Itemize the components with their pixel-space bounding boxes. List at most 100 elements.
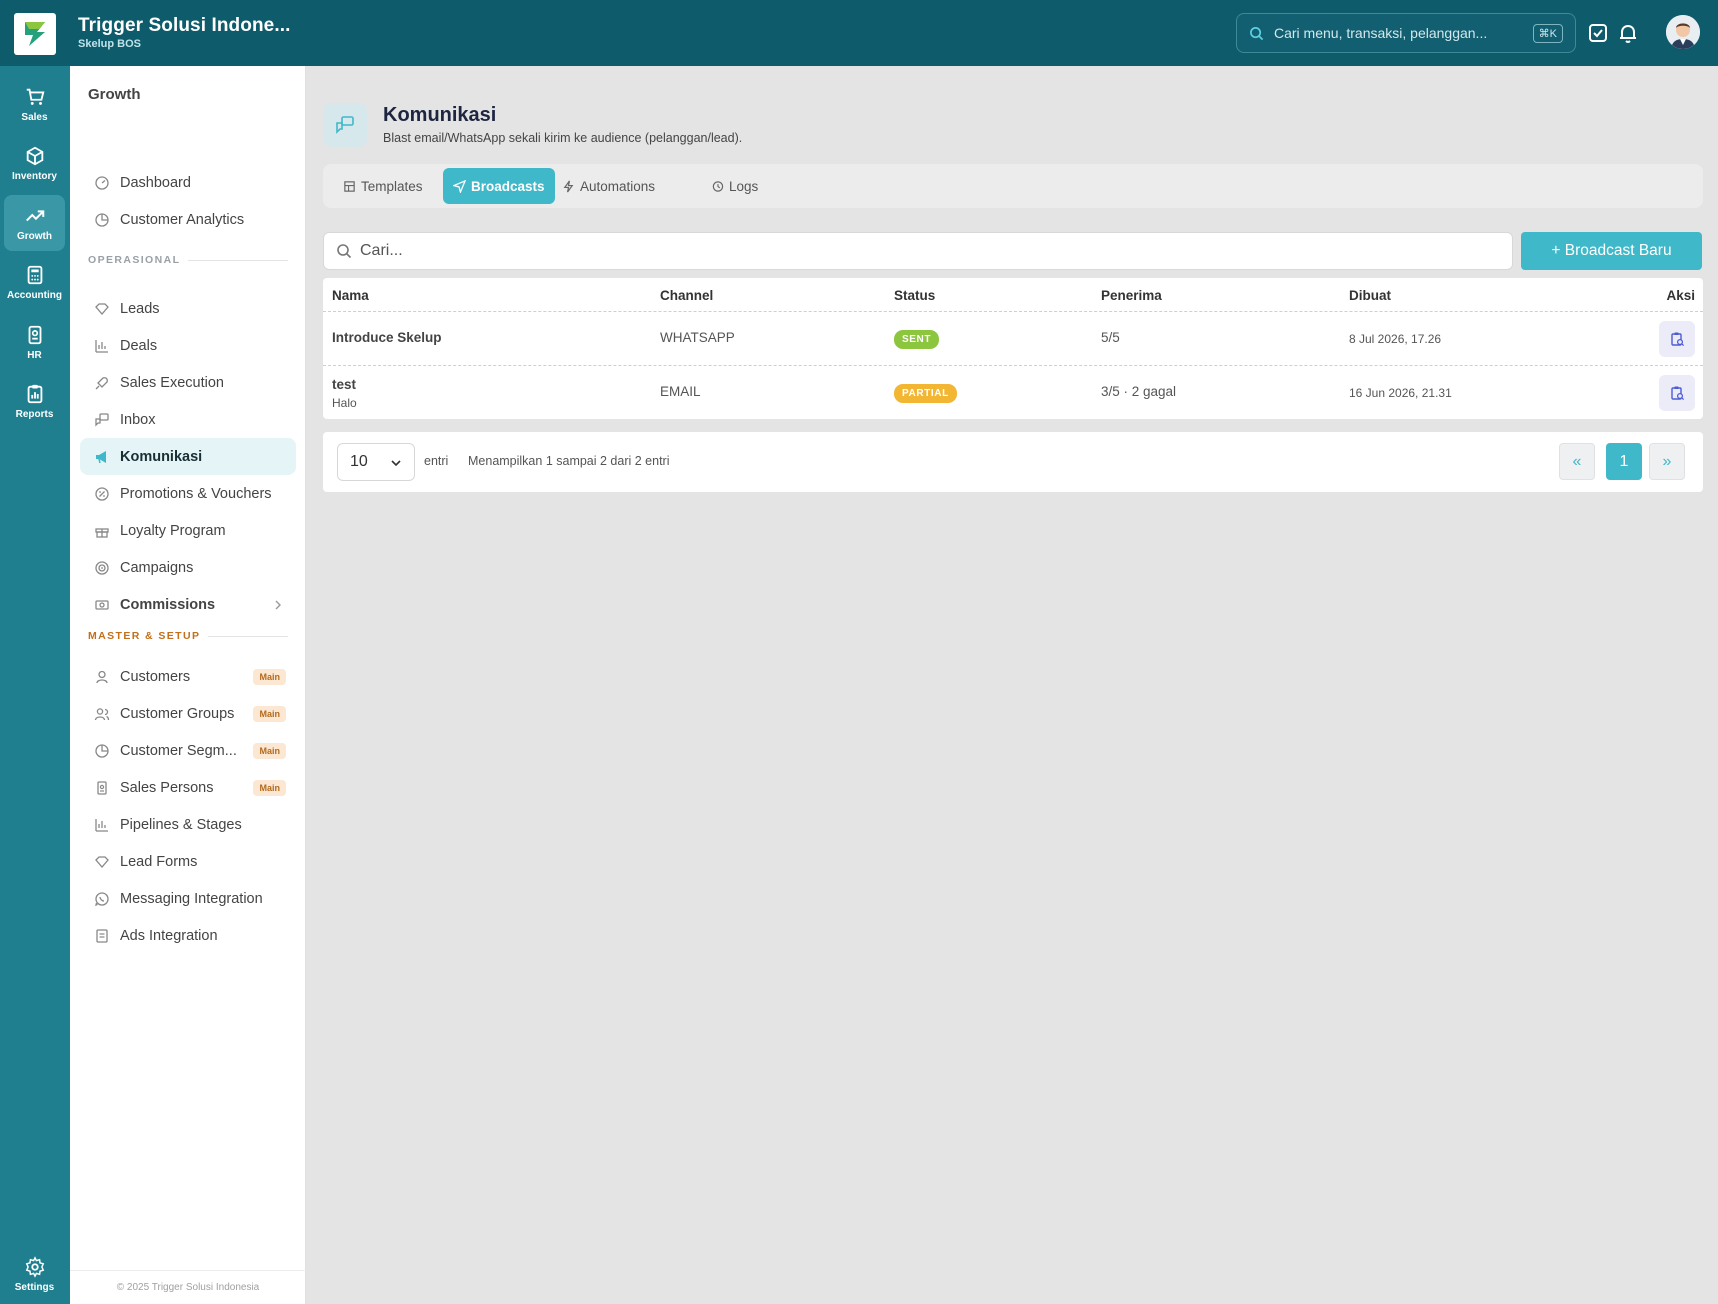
rail-label: Inventory xyxy=(11,170,57,182)
view-detail-button[interactable] xyxy=(1659,375,1695,411)
column-header-nama[interactable]: Nama xyxy=(332,288,369,303)
row-channel: EMAIL xyxy=(660,384,701,399)
clipboard-search-icon xyxy=(1671,332,1685,347)
sidebar-item-deals[interactable]: Deals xyxy=(80,327,296,364)
column-header-channel[interactable]: Channel xyxy=(660,288,713,303)
pie-chart-icon xyxy=(95,743,109,758)
sidebar-item-customer-segments[interactable]: Customer Segm... Main xyxy=(80,732,296,769)
sidebar-item-loyalty[interactable]: Loyalty Program xyxy=(80,512,296,549)
broadcast-search-input[interactable]: Cari... xyxy=(323,232,1513,270)
chevron-down-icon xyxy=(391,460,401,467)
sidebar-item-customer-analytics[interactable]: Customer Analytics xyxy=(80,201,296,238)
page-size-select[interactable]: 10 xyxy=(337,443,415,481)
rail-item-sales[interactable]: Sales xyxy=(4,76,65,132)
sidebar-item-sales-execution[interactable]: Sales Execution xyxy=(80,364,296,401)
sidebar-item-leads[interactable]: Leads xyxy=(80,290,296,327)
pagination-bar: 10 entri Menampilkan 1 sampai 2 dari 2 e… xyxy=(323,432,1703,492)
diamond-icon xyxy=(95,855,109,868)
page-button-1[interactable]: 1 xyxy=(1606,443,1642,480)
sidebar-item-label: Loyalty Program xyxy=(120,522,226,539)
rail-item-reports[interactable]: Reports xyxy=(4,373,65,429)
sidebar-item-promotions[interactable]: Promotions & Vouchers xyxy=(80,475,296,512)
sidebar-item-messaging-integration[interactable]: Messaging Integration xyxy=(80,880,296,917)
rail-label: Settings xyxy=(14,1281,55,1293)
id-badge-icon xyxy=(97,780,107,795)
sidebar-item-label: Pipelines & Stages xyxy=(120,816,242,833)
sidebar-item-ads-integration[interactable]: Ads Integration xyxy=(80,917,296,954)
cart-icon xyxy=(26,88,44,105)
previous-page-button[interactable]: « xyxy=(1559,443,1595,480)
user-avatar[interactable] xyxy=(1666,15,1700,49)
module-rail: Sales Inventory Growth Accounting HR Rep… xyxy=(0,66,70,1304)
diamond-icon xyxy=(95,302,109,315)
column-header-aksi: Aksi xyxy=(1666,288,1695,303)
next-page-button[interactable]: » xyxy=(1649,443,1685,480)
document-ad-icon xyxy=(96,928,108,943)
brand[interactable]: Trigger Solusi Indone... Skelup BOS xyxy=(78,15,290,50)
sidebar-item-sales-persons[interactable]: Sales Persons Main xyxy=(80,769,296,806)
sidebar-item-pipelines[interactable]: Pipelines & Stages xyxy=(80,806,296,843)
search-icon xyxy=(337,244,352,259)
chat-icon xyxy=(95,412,109,427)
send-icon xyxy=(453,179,466,193)
view-detail-button[interactable] xyxy=(1659,321,1695,357)
sidebar-footer: © 2025 Trigger Solusi Indonesia xyxy=(70,1270,306,1304)
table-row[interactable]: Introduce Skelup WHATSAPP SENT 5/5 8 Jul… xyxy=(323,311,1703,365)
rail-item-settings[interactable]: Settings xyxy=(4,1246,65,1302)
section-master-setup: MASTER & SETUP xyxy=(88,630,288,642)
section-label: OPERASIONAL xyxy=(88,254,181,266)
sidebar-item-inbox[interactable]: Inbox xyxy=(80,401,296,438)
sidebar-item-label: Customers xyxy=(120,668,191,685)
company-logo[interactable] xyxy=(14,13,56,55)
company-subtitle: Skelup BOS xyxy=(78,38,141,50)
avatar-icon xyxy=(1666,15,1700,49)
page-icon xyxy=(323,103,367,147)
rail-item-accounting[interactable]: Accounting xyxy=(4,254,65,310)
global-search-placeholder: Cari menu, transaksi, pelanggan... xyxy=(1274,25,1488,41)
tab-label: Templates xyxy=(361,178,423,194)
trend-up-icon xyxy=(25,209,44,221)
column-header-penerima[interactable]: Penerima xyxy=(1101,288,1162,303)
bar-chart-icon xyxy=(95,339,108,353)
bar-chart-icon xyxy=(95,818,108,832)
table-row[interactable]: test Halo EMAIL PARTIAL 3/5 · 2 gagal 16… xyxy=(323,365,1703,419)
user-icon xyxy=(96,670,108,683)
rail-label: Growth xyxy=(17,230,52,242)
banknote-icon xyxy=(95,599,109,610)
column-header-dibuat[interactable]: Dibuat xyxy=(1349,288,1391,303)
sidebar-item-campaigns[interactable]: Campaigns xyxy=(80,549,296,586)
sidebar-item-commissions[interactable]: Commissions xyxy=(80,586,296,623)
rail-label: HR xyxy=(27,349,42,361)
sidebar-item-customer-groups[interactable]: Customer Groups Main xyxy=(80,695,296,732)
tab-broadcasts[interactable]: Broadcasts xyxy=(443,168,555,204)
bell-icon[interactable] xyxy=(1616,21,1640,45)
sidebar-item-lead-forms[interactable]: Lead Forms xyxy=(80,843,296,880)
sidebar-item-label: Lead Forms xyxy=(120,853,198,870)
sidebar-item-label: Customer Analytics xyxy=(120,211,245,228)
status-badge: SENT xyxy=(894,330,940,349)
global-search[interactable]: Cari menu, transaksi, pelanggan... ⌘K xyxy=(1236,13,1576,53)
sidebar-item-label: Inbox xyxy=(120,411,156,428)
tab-templates[interactable]: Templates xyxy=(333,168,433,204)
tab-logs[interactable]: Logs xyxy=(701,168,768,204)
chat-bubbles-icon xyxy=(336,116,354,134)
row-subtitle: Halo xyxy=(332,396,357,410)
rail-item-inventory[interactable]: Inventory xyxy=(4,135,65,191)
row-created: 16 Jun 2026, 21.31 xyxy=(1349,386,1452,400)
rocket-icon xyxy=(95,376,108,389)
column-header-status[interactable]: Status xyxy=(894,288,935,303)
status-badge: PARTIAL xyxy=(894,384,957,403)
tab-label: Automations xyxy=(580,178,656,194)
rail-item-growth[interactable]: Growth xyxy=(4,195,65,251)
sidebar-item-label: Dashboard xyxy=(120,174,191,191)
sidebar-item-customers[interactable]: Customers Main xyxy=(80,658,296,695)
sidebar-item-komunikasi[interactable]: Komunikasi xyxy=(80,438,296,475)
tab-automations[interactable]: Automations xyxy=(552,168,665,204)
sidebar-item-label: Komunikasi xyxy=(120,448,203,465)
sidebar-item-label: Campaigns xyxy=(120,559,194,576)
rail-item-hr[interactable]: HR xyxy=(4,314,65,370)
sidebar-item-dashboard[interactable]: Dashboard xyxy=(80,164,296,201)
new-broadcast-button[interactable]: + Broadcast Baru xyxy=(1521,232,1702,270)
chevron-right-icon xyxy=(275,600,281,609)
task-check-icon[interactable] xyxy=(1586,21,1610,45)
